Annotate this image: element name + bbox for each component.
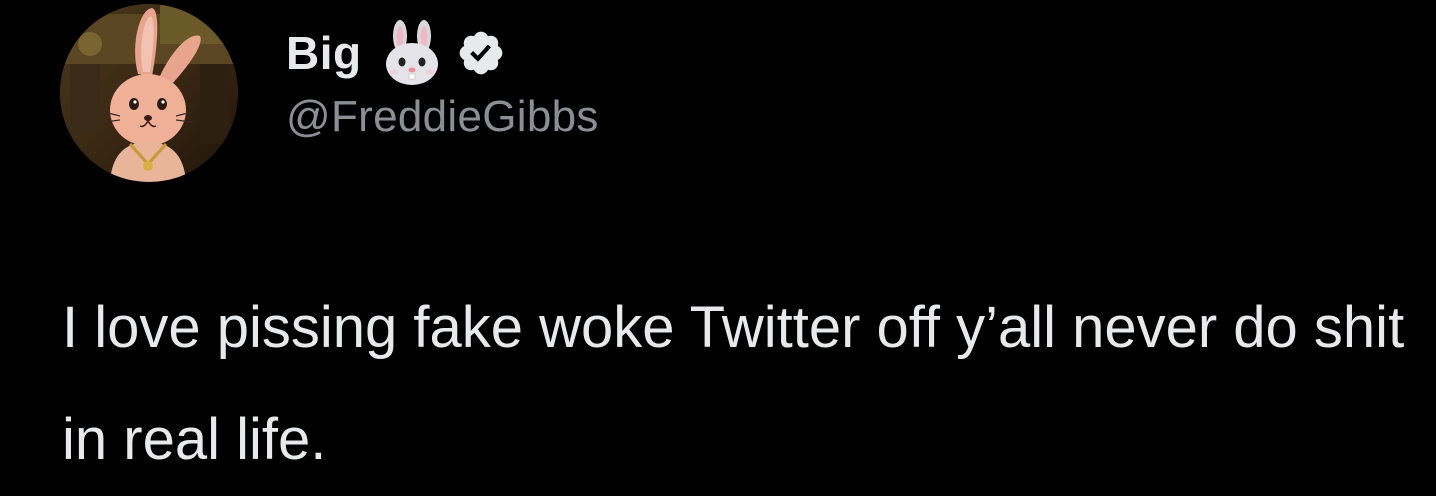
verified-badge-icon [456, 28, 506, 78]
tweet-card: Big @FreddieGibbs I love pissing fake wo… [0, 0, 1436, 479]
author-name-row: Big [286, 18, 506, 88]
rabbit-face-icon [380, 20, 444, 86]
avatar-image [60, 4, 238, 182]
tweet-text: I love pissing fake woke Twitter off y’a… [62, 295, 1421, 472]
display-name[interactable]: Big [286, 26, 362, 80]
avatar[interactable] [60, 4, 238, 182]
author-handle[interactable]: @FreddieGibbs [286, 92, 599, 142]
